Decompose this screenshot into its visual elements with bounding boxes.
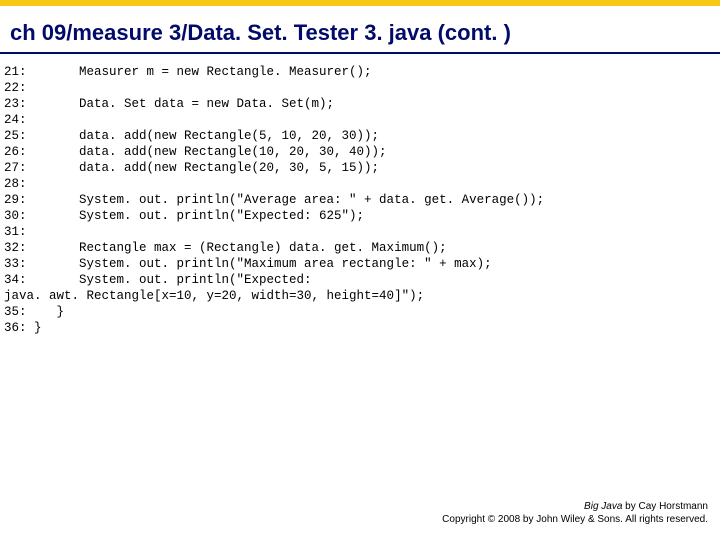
- book-byline: by Cay Horstmann: [622, 501, 708, 512]
- slide-header: ch 09/measure 3/Data. Set. Tester 3. jav…: [0, 6, 720, 54]
- page-title: ch 09/measure 3/Data. Set. Tester 3. jav…: [10, 20, 710, 46]
- code-listing: 21: Measurer m = new Rectangle. Measurer…: [0, 54, 720, 336]
- footer: Big Java by Cay Horstmann Copyright © 20…: [442, 500, 708, 526]
- book-title: Big Java: [584, 501, 622, 512]
- footer-copyright: Copyright © 2008 by John Wiley & Sons. A…: [442, 513, 708, 526]
- footer-line-1: Big Java by Cay Horstmann: [442, 500, 708, 513]
